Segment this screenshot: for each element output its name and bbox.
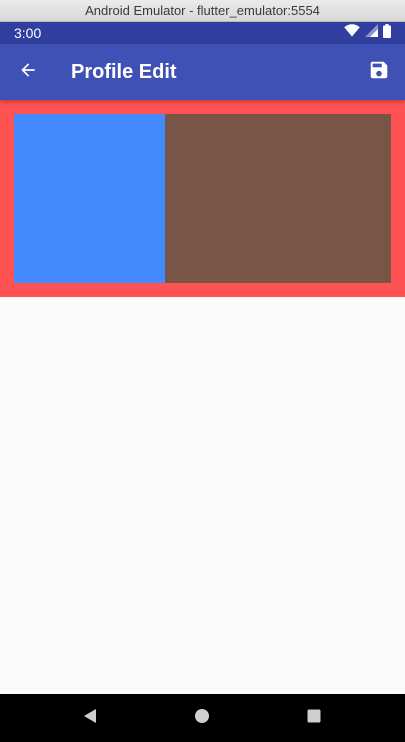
nav-back-button[interactable] — [78, 706, 102, 730]
signal-icon — [365, 24, 378, 42]
left-color-panel — [14, 114, 165, 283]
nav-recent-icon — [306, 708, 322, 729]
wifi-icon — [344, 24, 360, 42]
save-icon — [368, 59, 390, 86]
window-title-bar: Android Emulator - flutter_emulator:5554 — [0, 0, 405, 22]
nav-recent-button[interactable] — [302, 706, 326, 730]
nav-home-icon — [194, 708, 210, 729]
status-icons — [344, 23, 391, 43]
app-bar: Profile Edit — [0, 44, 405, 100]
window-title: Android Emulator - flutter_emulator:5554 — [85, 3, 320, 18]
emulator-window: Android Emulator - flutter_emulator:5554… — [0, 0, 405, 742]
page-title: Profile Edit — [71, 61, 177, 83]
arrow-back-icon — [18, 60, 38, 85]
nav-home-button[interactable] — [190, 706, 214, 730]
battery-icon — [383, 23, 391, 43]
profile-image-frame — [0, 100, 405, 297]
back-button[interactable] — [4, 48, 52, 96]
status-bar: 3:00 — [0, 22, 405, 44]
system-nav-bar — [0, 694, 405, 742]
right-color-panel — [165, 114, 391, 283]
nav-back-icon — [82, 708, 98, 729]
save-button[interactable] — [355, 48, 403, 96]
status-time: 3:00 — [14, 25, 42, 41]
